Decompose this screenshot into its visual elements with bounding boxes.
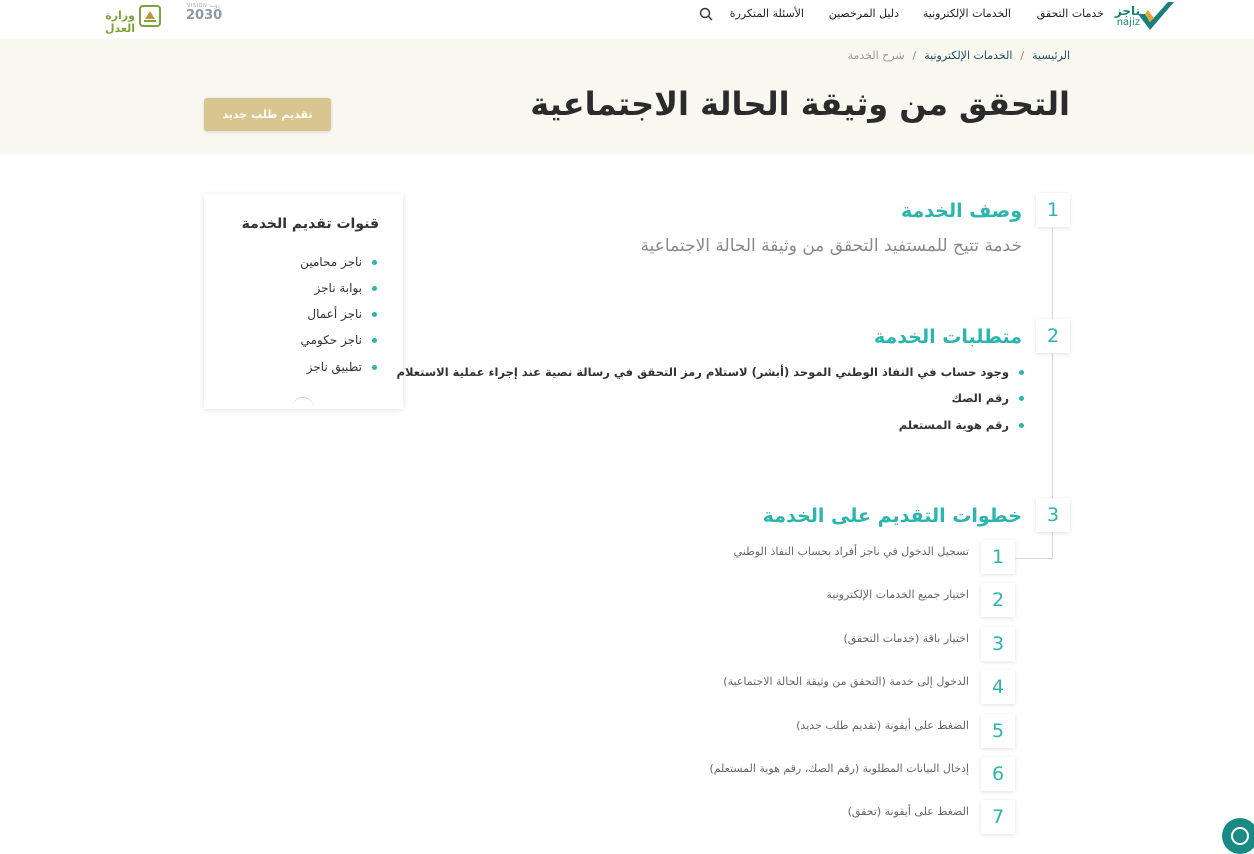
step-number: 7	[981, 800, 1015, 834]
section-number-3: 3	[1036, 498, 1070, 532]
bullet-dot	[1019, 396, 1024, 401]
najiz-check-icon	[1138, 2, 1174, 30]
step-text: اختيار باقة (خدمات التحقق)	[843, 632, 969, 645]
step-number: 4	[981, 670, 1015, 704]
channels-title: قنوات تقديم الخدمة	[241, 216, 379, 232]
bullet-dot	[1019, 370, 1024, 375]
breadcrumb-home[interactable]: الرئيسية	[1032, 49, 1070, 62]
nav-verification-services[interactable]: خدمات التحقق	[1037, 7, 1104, 20]
bullet-dot	[372, 338, 377, 343]
service-channels-card: قنوات تقديم الخدمة ناجز محامين بوابة ناج…	[204, 194, 403, 409]
top-navbar: ناجز najiz خدمات التحقق الخدمات الإلكترو…	[0, 0, 1254, 39]
bullet-dot	[372, 365, 377, 370]
search-icon[interactable]	[699, 7, 713, 21]
new-request-button[interactable]: تقديم طلب جديد	[204, 98, 331, 131]
page-header: الرئيسية/الخدمات الإلكترونية/شرح الخدمة …	[0, 39, 1254, 154]
breadcrumb-eservices[interactable]: الخدمات الإلكترونية	[924, 49, 1012, 62]
section-title-description: وصف الخدمة	[900, 200, 1022, 222]
section-number-1: 1	[1036, 193, 1070, 227]
moj-emblem-icon	[139, 5, 161, 27]
step-number: 5	[981, 714, 1015, 748]
timeline-connector	[1015, 558, 1053, 559]
step-number: 6	[981, 757, 1015, 791]
step-text: الدخول إلى خدمة (التحقق من وثيقة الحالة …	[723, 675, 969, 688]
step-text: اختيار جميع الخدمات الإلكترونية	[826, 588, 969, 601]
step-text: الضغط على أيقونة (تحقق)	[847, 805, 969, 818]
breadcrumb-current: شرح الخدمة	[847, 49, 905, 62]
section-number-2: 2	[1036, 319, 1070, 353]
requirement-item: رقم هوية المستعلم	[899, 418, 1024, 432]
step-number: 1	[981, 540, 1015, 574]
section-title-steps: خطوات التقديم على الخدمة	[762, 505, 1022, 527]
nav-faq[interactable]: الأسئلة المتكررة	[730, 7, 804, 20]
nav-licensees-guide[interactable]: دليل المرخصين	[829, 7, 899, 20]
section-title-requirements: متطلبات الخدمة	[874, 326, 1022, 348]
requirement-item: وجود حساب في النفاذ الوطني الموحد (أبشر)…	[397, 365, 1024, 379]
step-text: الضغط على أيقونة (تقديم طلب جديد)	[796, 719, 969, 732]
scroll-indicator[interactable]	[292, 397, 314, 410]
support-chat-icon	[1231, 827, 1249, 845]
bullet-dot	[372, 312, 377, 317]
channel-najiz-lawyers[interactable]: ناجز محامين	[300, 255, 377, 269]
support-chat-button[interactable]	[1222, 818, 1254, 854]
bullet-dot	[372, 286, 377, 291]
ministry-of-justice-logo: وزارة العدل	[97, 3, 163, 35]
breadcrumb-separator: /	[1020, 49, 1025, 62]
bullet-dot	[372, 260, 377, 265]
step-number: 2	[981, 583, 1015, 617]
brand-name-en: najiz	[1116, 17, 1140, 28]
channel-najiz-app[interactable]: تطبيق ناجز	[307, 360, 377, 374]
breadcrumb: الرئيسية / الخدمات الإلكترونية / شرح الخدمة	[848, 49, 1070, 62]
nav-eservices[interactable]: الخدمات الإلكترونية	[923, 7, 1011, 20]
channel-najiz-government[interactable]: ناجز حكومي	[300, 333, 377, 347]
najiz-logo[interactable]: ناجز najiz	[1110, 0, 1176, 34]
bullet-dot	[1019, 423, 1024, 428]
step-text: إدخال البيانات المطلوبة (رقم الصك، رقم ه…	[709, 762, 969, 775]
vision-2030-logo: VISION رؤيـة 2030	[186, 3, 223, 23]
channel-najiz-portal[interactable]: بوابة ناجز	[315, 281, 377, 295]
step-text: تسجيل الدخول في ناجز أفراد بحساب النفاذ …	[733, 545, 969, 558]
channel-najiz-business[interactable]: ناجز أعمال	[307, 307, 377, 321]
step-number: 3	[981, 627, 1015, 661]
requirement-item: رقم الصك	[952, 391, 1024, 405]
service-description: خدمة تتيح للمستفيد التحقق من وثيقة الحال…	[640, 236, 1022, 256]
breadcrumb-separator: /	[912, 49, 917, 62]
brand-name-ar: ناجز	[1114, 4, 1140, 18]
page-title: التحقق من وثيقة الحالة الاجتماعية	[530, 85, 1070, 123]
